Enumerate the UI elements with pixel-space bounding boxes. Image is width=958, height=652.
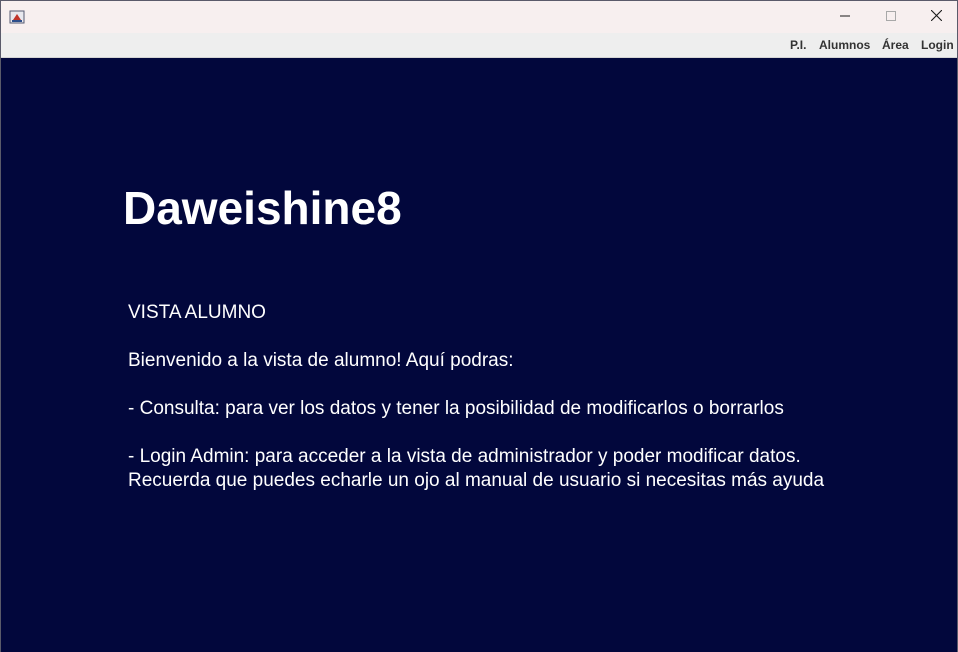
minimize-button[interactable] <box>822 1 868 33</box>
java-app-icon[interactable] <box>9 9 25 25</box>
help-note: Recuerda que puedes echarle un ojo al ma… <box>128 470 825 491</box>
menu-item-pi[interactable]: P.I. <box>786 33 810 57</box>
app-window: P.I. Alumnos Área Login Daweishine8 VIST… <box>0 0 958 652</box>
menu-item-login[interactable]: Login <box>917 33 958 57</box>
menu-item-alumnos[interactable]: Alumnos <box>815 33 874 57</box>
menu-bar: P.I. Alumnos Área Login <box>1 33 957 58</box>
close-button[interactable] <box>913 1 958 33</box>
close-icon <box>930 8 942 26</box>
info-text-block: VISTA ALUMNO Bienvenido a la vista de al… <box>128 301 824 493</box>
maximize-icon <box>886 8 896 26</box>
minimize-icon <box>840 8 850 26</box>
view-heading: VISTA ALUMNO <box>128 302 266 323</box>
menu-item-area[interactable]: Área <box>878 33 913 57</box>
welcome-text: Bienvenido a la vista de alumno! Aquí po… <box>128 350 514 371</box>
main-panel: Daweishine8 VISTA ALUMNO Bienvenido a la… <box>1 58 957 652</box>
login-admin-description: - Login Admin: para acceder a la vista d… <box>128 446 801 467</box>
title-bar[interactable] <box>1 1 957 33</box>
maximize-button[interactable] <box>868 1 914 33</box>
app-title: Daweishine8 <box>123 182 402 234</box>
consulta-description: - Consulta: para ver los datos y tener l… <box>128 398 784 419</box>
